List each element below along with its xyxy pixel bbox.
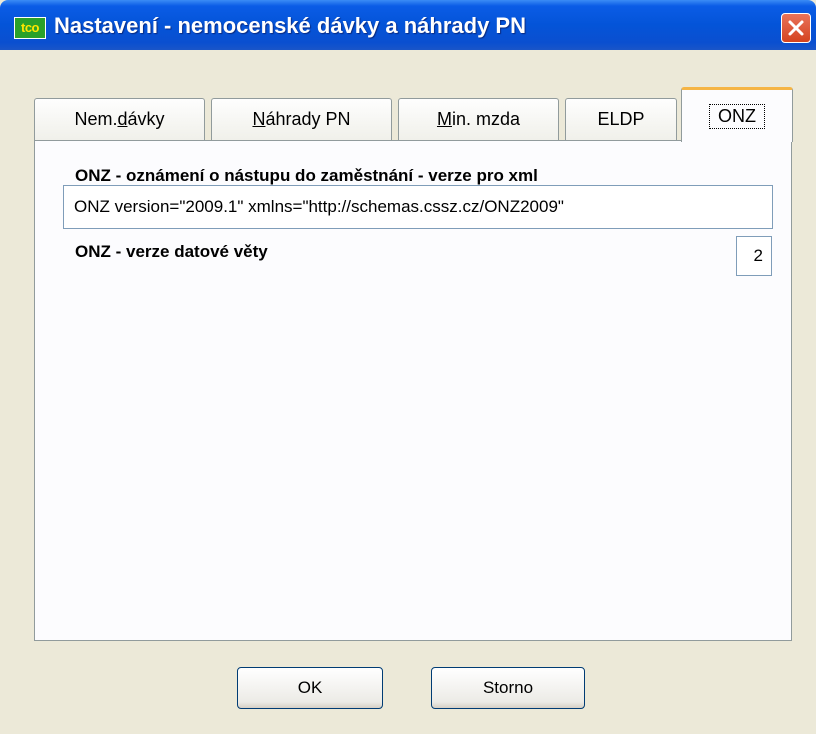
window-title: Nastavení - nemocenské dávky a náhrady P…: [54, 13, 526, 38]
app-icon: tco: [14, 17, 46, 39]
ok-button[interactable]: OK: [237, 667, 383, 709]
close-icon: [788, 20, 804, 36]
tab-label: Nem.dávky: [74, 109, 165, 129]
tab-eldp[interactable]: ELDP: [565, 98, 677, 140]
close-button[interactable]: [781, 13, 811, 43]
tab-nahrady-pn[interactable]: Náhrady PN: [211, 98, 392, 140]
data-record-version-input[interactable]: [736, 236, 772, 276]
tab-nem-davky[interactable]: Nem.dávky: [34, 98, 205, 140]
tab-label: ONZ: [709, 103, 765, 129]
xml-version-heading: ONZ - oznámení o nástupu do zaměstnání -…: [75, 166, 538, 185]
tab-label: Min. mzda: [436, 109, 521, 129]
tab-label: Náhrady PN: [252, 109, 351, 129]
cancel-button[interactable]: Storno: [431, 667, 585, 709]
xml-version-input[interactable]: [63, 185, 773, 229]
tab-label: ELDP: [597, 109, 645, 129]
data-record-version-label: ONZ - verze datové věty: [75, 242, 268, 261]
window-titlebar[interactable]: tco Nastavení - nemocenské dávky a náhra…: [0, 0, 816, 50]
tab-min-mzda[interactable]: Min. mzda: [398, 98, 559, 140]
tab-onz[interactable]: ONZ: [681, 87, 793, 142]
